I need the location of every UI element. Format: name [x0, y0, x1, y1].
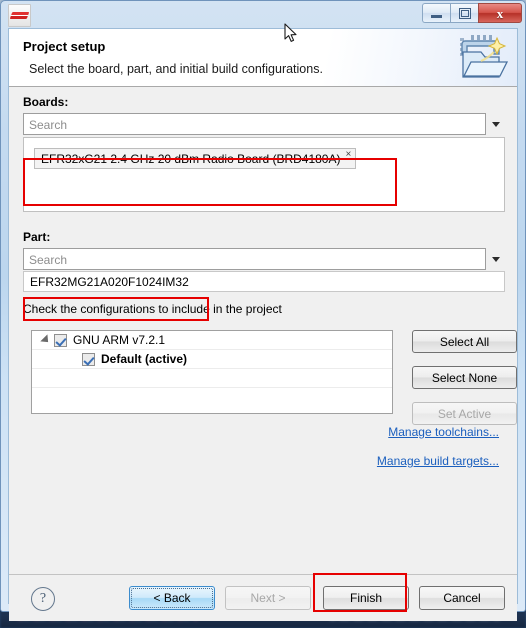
finish-button[interactable]: Finish: [323, 586, 409, 610]
part-dropdown-button[interactable]: [486, 248, 505, 270]
part-search-combo[interactable]: [23, 248, 505, 270]
boards-selected-panel[interactable]: EFR32xG21 2.4 GHz 20 dBm Radio Board (BR…: [23, 137, 505, 212]
dialog-client-area: Project setup Select the board, part, an…: [8, 28, 518, 621]
selected-part-value[interactable]: EFR32MG21A020F1024IM32: [23, 271, 505, 292]
selected-board-label: EFR32xG21 2.4 GHz 20 dBm Radio Board (BR…: [41, 151, 341, 166]
configuration-checkbox[interactable]: [82, 352, 95, 366]
app-logo-icon: [8, 4, 31, 27]
boards-search-input[interactable]: [23, 113, 486, 135]
tree-row[interactable]: Default (active): [32, 350, 392, 369]
chevron-down-icon: [491, 256, 500, 262]
tree-item-label: GNU ARM v7.2.1: [73, 333, 166, 347]
maximize-icon: [458, 7, 471, 19]
manage-build-targets-link[interactable]: Manage build targets...: [377, 454, 499, 468]
remove-board-icon[interactable]: ×: [345, 150, 351, 160]
window-controls: x: [422, 3, 522, 23]
next-button: Next >: [225, 586, 311, 610]
configurations-tree[interactable]: GNU ARM v7.2.1 Default (active): [31, 330, 393, 414]
part-label: Part:: [23, 230, 51, 244]
select-all-button[interactable]: Select All: [412, 330, 517, 353]
title-bar: x: [0, 0, 526, 28]
close-button[interactable]: x: [478, 3, 522, 23]
page-title: Project setup: [23, 39, 106, 54]
close-icon: x: [496, 5, 504, 21]
dialog-body: Boards: EFR32xG21 2.4 GHz 20 dBm Radio B…: [9, 87, 517, 574]
back-button[interactable]: < Back: [129, 586, 215, 610]
page-subtitle: Select the board, part, and initial buil…: [29, 62, 323, 76]
select-none-button[interactable]: Select None: [412, 366, 517, 389]
part-search-input[interactable]: [23, 248, 486, 270]
cancel-button[interactable]: Cancel: [419, 586, 505, 610]
expand-arrow-icon[interactable]: [38, 334, 54, 346]
help-icon[interactable]: ?: [31, 587, 55, 611]
new-project-wizard-icon: [460, 35, 508, 78]
project-setup-dialog: x Project setup Select the board, part, …: [0, 0, 526, 621]
maximize-button[interactable]: [450, 3, 478, 23]
tree-row-empty: [32, 369, 392, 388]
boards-dropdown-button[interactable]: [486, 113, 505, 135]
wizard-header: Project setup Select the board, part, an…: [9, 29, 517, 87]
mouse-cursor: [284, 23, 297, 42]
minimize-button[interactable]: [422, 3, 450, 23]
configurations-label: Check the configurations to include in t…: [23, 302, 282, 316]
selected-board-chip[interactable]: EFR32xG21 2.4 GHz 20 dBm Radio Board (BR…: [34, 148, 357, 169]
set-active-button: Set Active: [412, 402, 517, 425]
toolchain-checkbox[interactable]: [54, 333, 67, 347]
tree-item-label: Default (active): [101, 352, 188, 366]
minimize-icon: [431, 14, 442, 18]
boards-search-combo[interactable]: [23, 113, 505, 135]
chevron-down-icon: [491, 121, 500, 127]
tree-row[interactable]: GNU ARM v7.2.1: [32, 331, 392, 350]
tree-row-empty: [32, 388, 392, 407]
boards-label: Boards:: [23, 95, 69, 109]
dialog-footer: ? < Back Next > Finish Cancel: [9, 574, 517, 621]
manage-toolchains-link[interactable]: Manage toolchains...: [388, 425, 499, 439]
